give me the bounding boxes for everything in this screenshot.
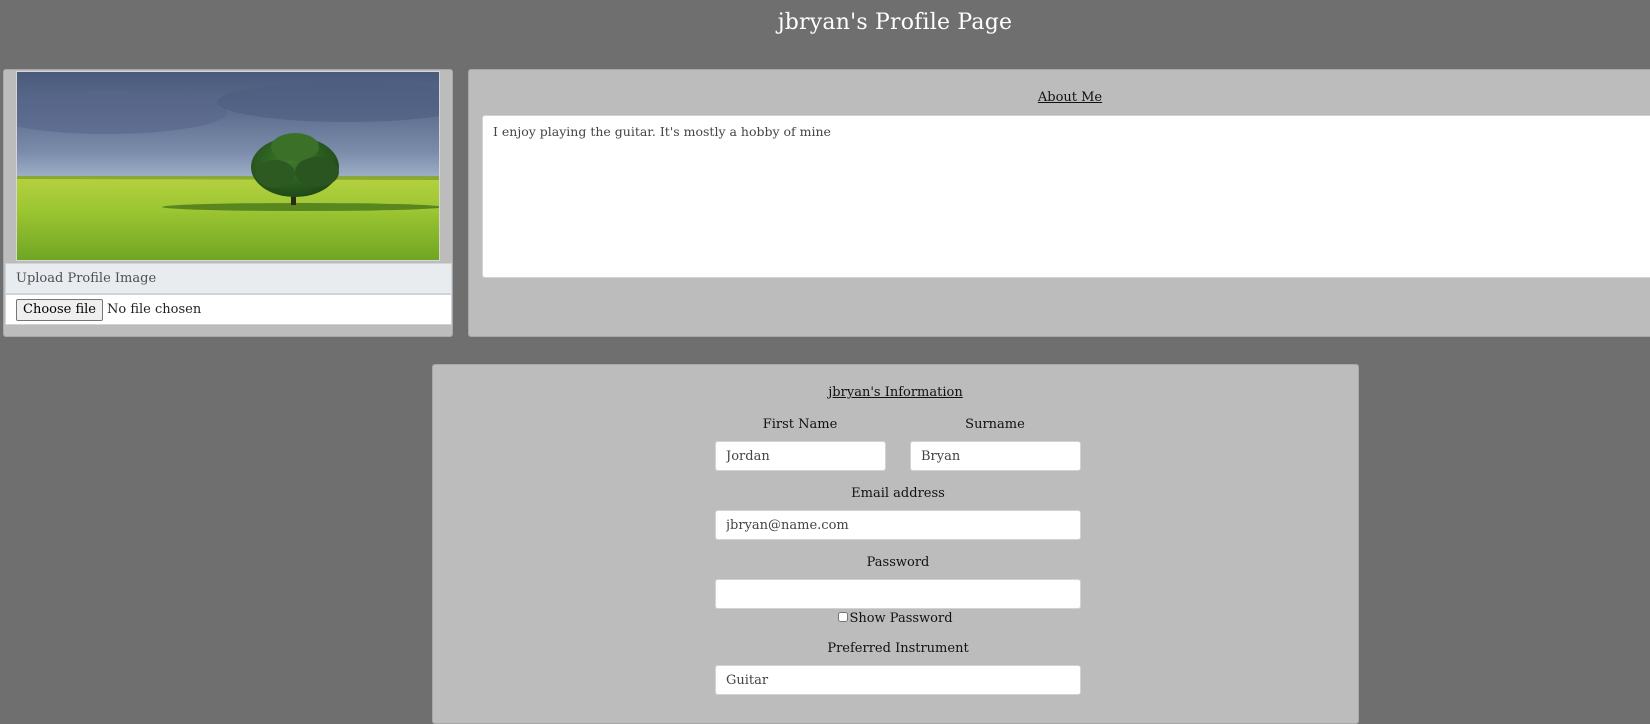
page-title: jbryan's Profile Page <box>777 10 1013 35</box>
first-name-input[interactable] <box>715 441 886 471</box>
preferred-instrument-label: Preferred Instrument <box>827 641 969 656</box>
about-me-textarea[interactable]: I enjoy playing the guitar. It's mostly … <box>482 115 1650 278</box>
about-me-panel: About Me I enjoy playing the guitar. It'… <box>468 69 1650 337</box>
upload-profile-image-label: Upload Profile Image <box>5 263 452 294</box>
password-input[interactable] <box>715 579 1081 609</box>
email-input[interactable] <box>715 510 1081 540</box>
file-status-text: No file chosen <box>107 302 202 317</box>
user-information-panel: jbryan's Information First Name Surname … <box>432 364 1359 724</box>
show-password-row: Show Password <box>433 611 1358 626</box>
password-label: Password <box>866 555 930 570</box>
surname-label: Surname <box>965 417 1025 432</box>
show-password-label[interactable]: Show Password <box>849 611 952 626</box>
profile-image <box>16 71 440 261</box>
profile-image-panel: Upload Profile Image Choose file No file… <box>3 69 453 337</box>
show-password-checkbox[interactable] <box>838 612 849 622</box>
about-me-title: About Me <box>1037 90 1103 105</box>
choose-file-button[interactable]: Choose file <box>16 298 103 321</box>
information-title: jbryan's Information <box>828 385 963 400</box>
email-label: Email address <box>851 486 945 501</box>
landscape-tree-image <box>17 72 439 260</box>
preferred-instrument-input[interactable] <box>715 665 1081 695</box>
surname-input[interactable] <box>910 441 1081 471</box>
file-input[interactable]: Choose file No file chosen <box>5 294 452 325</box>
first-name-label: First Name <box>762 417 838 432</box>
